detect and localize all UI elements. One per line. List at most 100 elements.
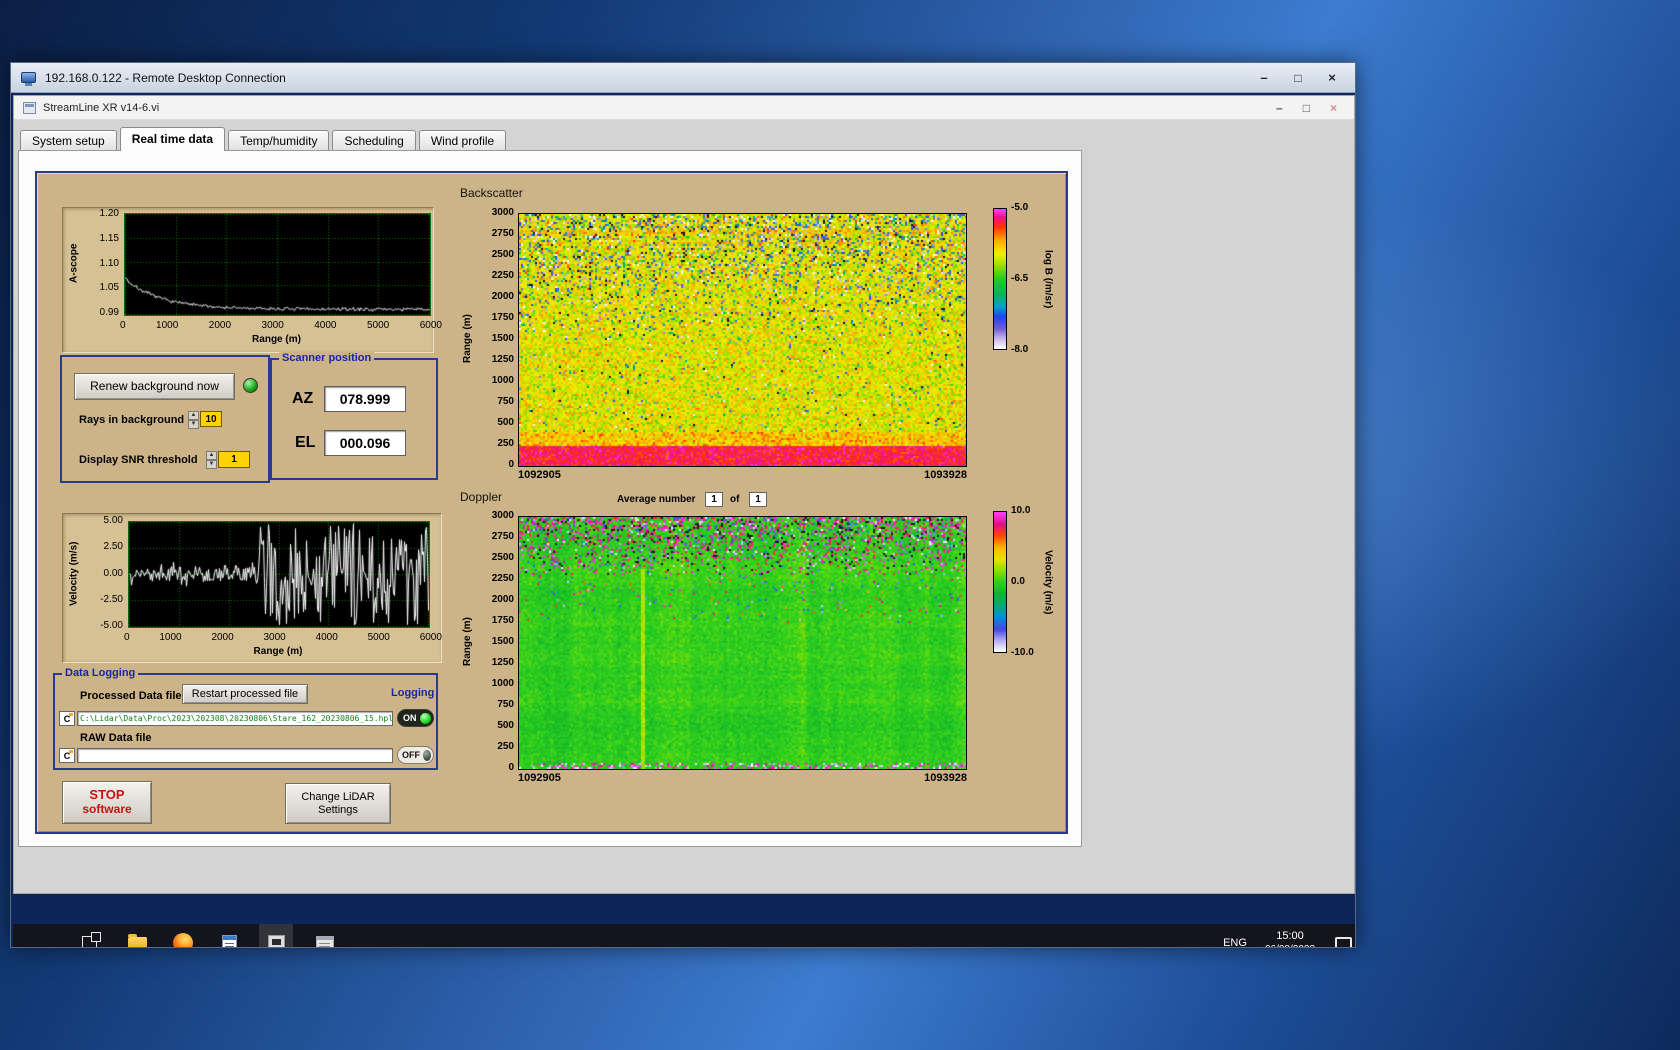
change-lidar-settings-button[interactable]: Change LiDAR Settings [285, 783, 391, 824]
rdp-window: 192.168.0.122 - Remote Desktop Connectio… [10, 62, 1356, 948]
velocity-y-ticks: 5.00 2.50 0.00 -2.50 -5.00 [87, 516, 123, 631]
tick-label: 0 [508, 762, 514, 773]
clock-time: 15:00 [1276, 930, 1304, 942]
app-close-button[interactable]: × [1330, 101, 1337, 115]
doppler-y-ticks: 3000 2750 2500 2250 2000 1750 1500 1250 1000 750 5… [474, 511, 514, 773]
tick-label: 1000 [491, 375, 514, 386]
scan-scheduler-button[interactable] [309, 924, 341, 947]
tick-label: 2000 [208, 320, 232, 331]
ascope-x-ticks: 0 1000 2000 3000 4000 5000 6000 [120, 320, 442, 331]
ascope-plot-box: A-scope 1.20 1.15 1.10 1.05 0.99 0 1000 2000 30… [62, 207, 442, 353]
task-view-icon [81, 931, 101, 947]
tick-label: -8.0 [1011, 344, 1029, 355]
tick-label: 2000 [491, 594, 514, 605]
of-label: of [730, 494, 740, 505]
tick-label: 2750 [491, 228, 514, 239]
tick-label: 3000 [491, 207, 514, 218]
backscatter-title: Backscatter [460, 186, 523, 200]
scheduler-icon [316, 935, 334, 947]
tab-scheduling[interactable]: Scheduling [332, 130, 416, 151]
tick-label: 1.20 [99, 208, 119, 219]
tab-system-setup[interactable]: System setup [20, 130, 117, 151]
data-logging-title: Data Logging [62, 667, 139, 679]
average-total-value[interactable]: 1 [749, 492, 767, 507]
average-number-value[interactable]: 1 [705, 492, 723, 507]
tick-label: 2250 [491, 270, 514, 281]
rdp-titlebar[interactable]: 192.168.0.122 - Remote Desktop Connectio… [11, 63, 1355, 93]
on-led [419, 712, 431, 724]
snr-value-field[interactable]: 1 [218, 451, 250, 468]
language-indicator[interactable]: ENG [1217, 924, 1253, 947]
renew-background-led [243, 378, 258, 393]
notification-button[interactable] [1327, 924, 1355, 947]
real-time-data-page: A-scope 1.20 1.15 1.10 1.05 0.99 0 1000 2000 30… [18, 150, 1082, 847]
tick-label: 1093928 [924, 772, 967, 784]
vi-icon [23, 101, 36, 114]
processed-path-field[interactable]: C:\Lidar\Data\Proc\2023\202308\20230806\… [77, 711, 393, 726]
tab-temp-humidity[interactable]: Temp/humidity [228, 130, 330, 151]
el-value: 000.096 [324, 430, 406, 456]
rays-value-field[interactable]: 10 [200, 411, 222, 427]
clock-date: 06/08/2023 [1265, 943, 1315, 947]
app-minimize-button[interactable]: – [1276, 101, 1283, 115]
restart-processed-file-button[interactable]: Restart processed file [182, 684, 308, 704]
tick-label: 250 [497, 741, 514, 752]
tick-label: -6.5 [1011, 273, 1029, 284]
document-app-button[interactable] [213, 924, 245, 947]
raw-path-field[interactable] [77, 748, 393, 763]
snr-threshold-label: Display SNR threshold [79, 454, 198, 466]
processed-path-browse[interactable]: C [59, 711, 75, 726]
renew-background-button[interactable]: Renew background now [74, 373, 235, 400]
el-label: EL [295, 434, 316, 451]
change-line1: Change LiDAR [301, 790, 375, 803]
az-value: 078.999 [324, 386, 406, 412]
maximize-button[interactable]: □ [1285, 69, 1311, 87]
tab-real-time-data[interactable]: Real time data [119, 127, 226, 151]
tab-wind-profile[interactable]: Wind profile [418, 130, 507, 151]
raw-logging-toggle[interactable]: OFF [397, 746, 434, 764]
minimize-button[interactable]: – [1251, 69, 1277, 87]
backscatter-y-axis-label: Range (m) [462, 314, 473, 364]
app-titlebar[interactable]: StreamLine XR v14-6.vi – □ × [14, 96, 1354, 120]
doppler-title: Doppler [460, 490, 503, 504]
doppler-heatmap [518, 516, 967, 770]
tick-label: -2.50 [100, 593, 123, 605]
tick-label: 1750 [491, 312, 514, 323]
raw-path-browse[interactable]: C [59, 748, 75, 763]
backscatter-y-ticks: 3000 2750 2500 2250 2000 1750 1500 1250 1000 750 5… [474, 208, 514, 470]
processed-logging-toggle[interactable]: ON [397, 709, 434, 727]
tick-label: 1.05 [99, 282, 119, 294]
off-led [423, 749, 431, 761]
folder-icon [127, 933, 147, 947]
snr-spinner[interactable]: ▲ ▼ [206, 451, 217, 469]
rays-in-background-label: Rays in background [79, 414, 185, 426]
app-window-controls: – □ × [1276, 101, 1345, 115]
app-title: StreamLine XR v14-6.vi [43, 101, 160, 114]
velocity-plot [128, 521, 430, 628]
tick-label: 4000 [314, 320, 337, 331]
task-view-button[interactable] [73, 924, 105, 947]
doppler-colorbar [993, 511, 1007, 653]
doppler-colorbar-label: Velocity (m/s) [1042, 549, 1054, 615]
tick-label: 0 [120, 320, 126, 331]
notification-icon [1334, 936, 1352, 947]
streamline-taskbar-button[interactable] [259, 924, 293, 947]
backscatter-colorbar [993, 208, 1007, 350]
rays-spinner[interactable]: ▲ ▼ [188, 411, 199, 429]
front-panel: A-scope 1.20 1.15 1.10 1.05 0.99 0 1000 2000 30… [35, 171, 1068, 834]
firefox-button[interactable] [167, 924, 199, 947]
app-restore-button[interactable]: □ [1303, 101, 1310, 115]
velocity-plot-box: Velocity (m/s) 5.00 2.50 0.00 -2.50 -5.00 0 1… [62, 513, 442, 663]
data-logging-group: Data Logging Processed Data file Restart… [53, 667, 438, 770]
clock[interactable]: 15:00 06/08/2023 [1255, 924, 1325, 947]
firefox-icon [173, 933, 193, 947]
stop-software-button[interactable]: STOP software [62, 781, 152, 824]
stop-line2: software [82, 802, 132, 817]
file-explorer-button[interactable] [121, 924, 153, 947]
tick-label: 1093928 [924, 469, 967, 481]
tick-label: 0.0 [1011, 576, 1025, 587]
tick-label: 2500 [491, 552, 514, 563]
on-label: ON [403, 713, 417, 723]
close-button[interactable]: × [1319, 69, 1345, 87]
tick-label: 1750 [491, 615, 514, 626]
